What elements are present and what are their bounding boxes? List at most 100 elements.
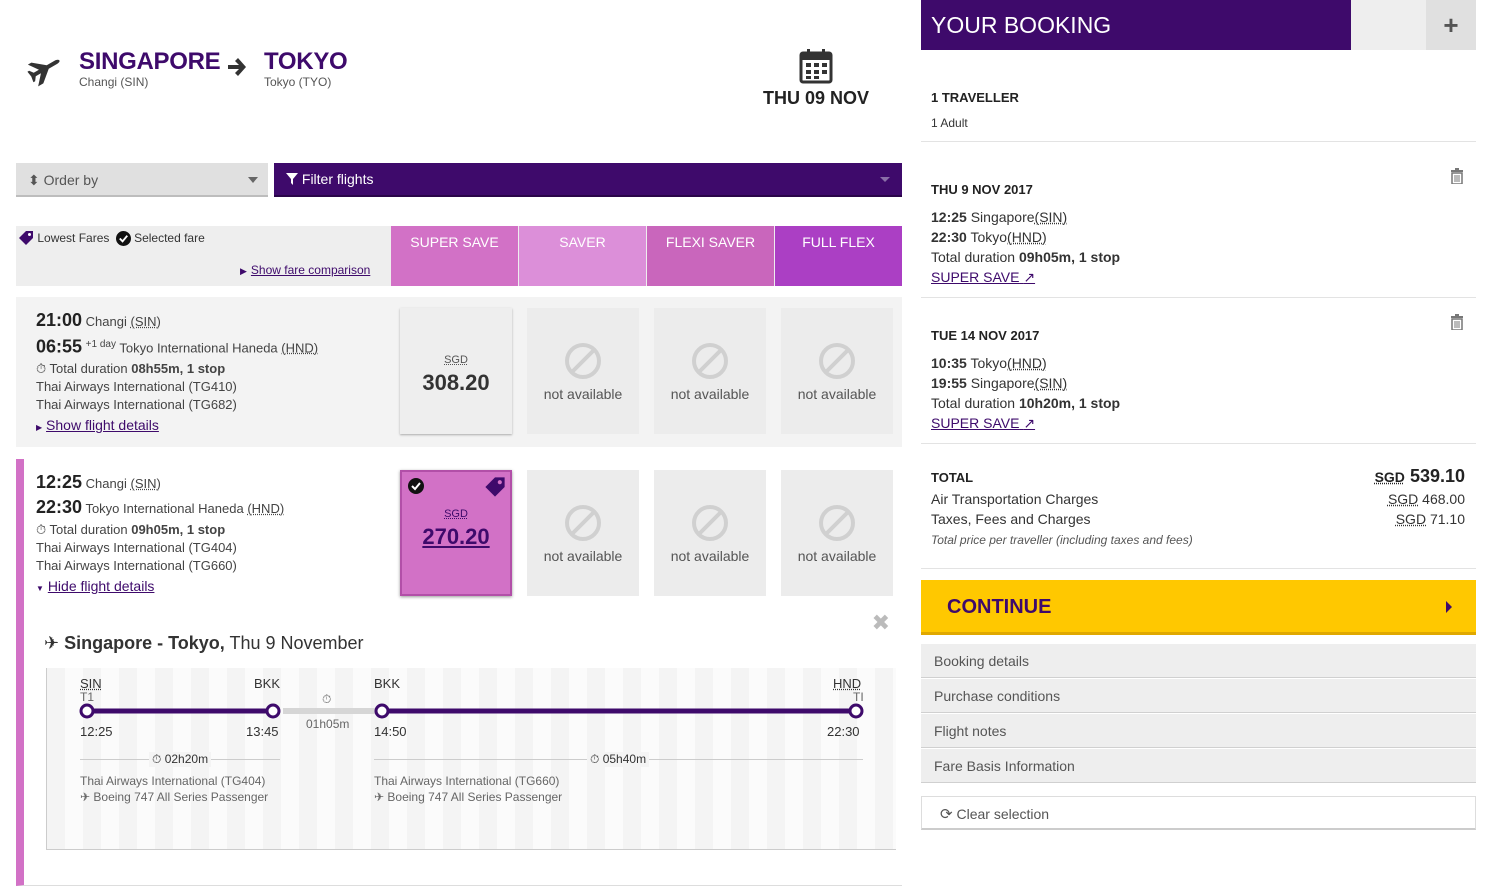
inbound-arrival: 19:55 Singapore(SIN) [931,375,1068,391]
fare-flexi-saver-unavailable: not available [654,308,766,434]
air-charges-label: Air Transportation Charges [931,491,1099,507]
caret-down-icon: ▼ [36,584,44,593]
flight-option-2: 12:25 Changi (SIN) 22:30 Tokyo Internati… [16,459,902,600]
fare-legend: Lowest Fares Selected fare [18,230,205,246]
flight-timeline: SIN T1 BKK 12:25 13:45 ⏱ 02h20m Thai Air… [46,668,896,850]
departure-time: 12:25 [36,472,83,492]
fare-flexi-saver-unavailable: not available [654,470,766,596]
outbound-duration: Total duration 09h05m, 1 stop [931,249,1121,265]
trash-icon[interactable] [1450,314,1464,330]
check-circle-icon [408,478,424,494]
origin-city: SINGAPORE [79,48,221,75]
seg1-aircraft: ✈ Boeing 747 All Series Passenger [80,790,269,804]
seg2-origin: BKK [374,676,401,691]
outbound-arrival: 22:30 Tokyo(HND) [931,229,1047,245]
price-note: Total price per traveller (including tax… [931,533,1193,547]
not-available-text: not available [670,548,750,564]
chevron-right-icon: ▶ [240,266,247,276]
fare-column-saver: SAVER [519,226,646,286]
duration-value: 09h05m, 1 stop [131,522,226,537]
fare-comparison-text: Show fare comparison [250,263,371,277]
clear-selection-button[interactable]: ⟳ Clear selection [921,796,1476,830]
total-price: SGD 539.10 [1374,466,1465,486]
travel-date: THU 09 NOV [762,88,870,108]
chevron-right-icon [1446,601,1452,613]
arrival-code: (HND) [281,340,319,356]
fare-super-save-selected[interactable]: SGD 270.20 [400,470,512,596]
arrival-time: 22:30 [36,497,83,517]
route-header: SINGAPORE Changi (SIN) TOKYO Tokyo (TYO)… [16,40,896,120]
clear-selection-label: Clear selection [956,806,1050,822]
inbound-duration: Total duration 10h20m, 1 stop [931,395,1121,411]
flight-details-panel: ✖ ✈ Singapore - Tokyo, Thu 9 November SI… [16,600,902,886]
seg1-arrival: 13:45 [246,724,279,739]
layover-icon: ⏱ [322,692,332,706]
seg2-destination: HND [833,676,862,691]
price-currency: SGD [444,508,468,520]
hide-flight-details-link[interactable]: ▼ Hide flight details [36,577,284,598]
fare-super-save-option[interactable]: SGD 308.20 [400,308,512,434]
duration-label: Total duration [49,361,128,377]
booking-details-section[interactable]: Booking details [921,644,1476,678]
expand-booking-button[interactable]: + [1426,0,1476,50]
arrival-time: 06:55 [36,336,83,357]
not-available-text: not available [543,386,623,402]
selected-fare-label: Selected fare [134,231,205,245]
filter-flights-dropdown[interactable]: Filter flights [274,163,902,197]
booking-header-spacer [1351,0,1426,50]
fare-column-super-save: SUPER SAVE [391,226,518,286]
air-charges-value: SGD 468.00 [1387,491,1465,507]
seg2-aircraft: ✈ Boeing 747 All Series Passenger [374,790,563,804]
order-by-dropdown[interactable]: ⬍ Order by [16,163,268,197]
seg1-duration: ⏱ 02h20m [149,752,212,767]
continue-label: CONTINUE [947,596,1052,618]
flight-notes-section[interactable]: Flight notes [921,714,1476,748]
seg1-destination: BKK [254,676,281,691]
fare-full-flex-unavailable: not available [781,308,893,434]
arrival-airport: Tokyo International Haneda [85,501,244,516]
fare-basis-section[interactable]: Fare Basis Information [921,749,1476,783]
date-selector[interactable]: THU 09 NOV [756,48,876,109]
duration-label: Total duration [49,522,128,537]
destination: TOKYO Tokyo (TYO) [264,48,348,89]
not-available-icon [692,343,728,379]
not-available-icon [565,505,601,541]
purchase-conditions-section[interactable]: Purchase conditions [921,679,1476,713]
sort-icon: ⬍ [28,172,40,188]
trash-icon[interactable] [1450,168,1464,184]
calendar-icon [799,49,833,84]
show-flight-details-link[interactable]: ▶ Show flight details [36,416,318,437]
stopwatch-icon: ⏱ [36,522,47,537]
outbound-date: THU 9 NOV 2017 [931,182,1033,197]
taxes-label: Taxes, Fees and Charges [931,511,1091,527]
outbound-departure: 12:25 Singapore(SIN) [931,209,1068,225]
destination-city: TOKYO [264,48,348,75]
details-title: ✈ Singapore - Tokyo, Thu 9 November [44,633,364,654]
inbound-fare-link[interactable]: SUPER SAVE ↗ [931,413,1035,433]
outbound-fare-link[interactable]: SUPER SAVE ↗ [931,267,1035,287]
chevron-down-icon [248,177,258,183]
not-available-icon [819,343,855,379]
price-value: 308.20 [422,370,490,395]
destination-airport: Tokyo (TYO) [264,75,332,89]
duration-value: 08h55m, 1 stop [131,361,226,377]
origin-airport: Changi (SIN) [79,75,149,89]
fare-column-flexi-saver: FLEXI SAVER [647,226,774,286]
origin: SINGAPORE Changi (SIN) [79,48,221,89]
airline-1: Thai Airways International (TG410) [36,379,237,395]
departure-airport: Changi [85,314,127,329]
not-available-text: not available [543,548,623,564]
fare-column-full-flex: FULL FLEX [775,226,902,286]
order-by-label: Order by [43,172,99,188]
continue-button[interactable]: CONTINUE [921,580,1476,635]
flight-option-1: 21:00 Changi (SIN) 06:55 +1 day Tokyo In… [16,297,902,447]
fare-saver-unavailable: not available [527,470,639,596]
not-available-icon [819,505,855,541]
seg1-departure: 12:25 [80,724,113,739]
close-icon[interactable]: ✖ [872,610,890,636]
inbound-date: TUE 14 NOV 2017 [931,328,1040,343]
price-value: 270.20 [422,524,490,549]
departure-code: (SIN) [130,476,161,491]
filter-icon [286,173,298,185]
show-fare-comparison-link[interactable]: ▶ Show fare comparison [240,263,370,277]
